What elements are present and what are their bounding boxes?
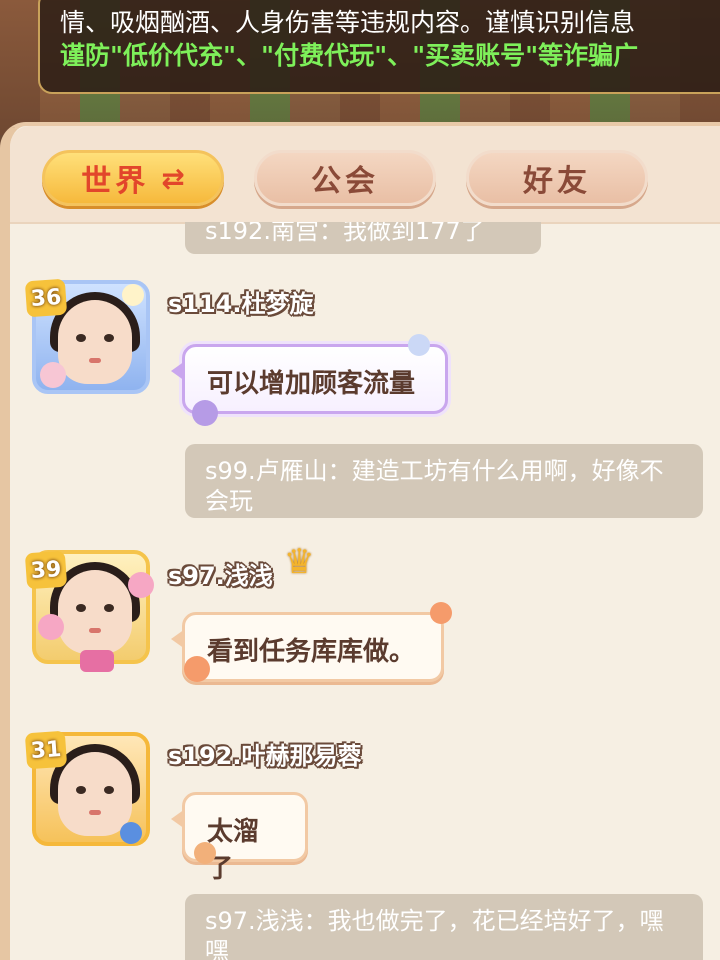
chat-notice-banner: 情、吸烟酗酒、人身伤害等违规内容。谨慎识别信息 谨防"低价代充"、"付费代玩"、… — [38, 0, 720, 94]
level-badge: 39 — [24, 550, 68, 590]
system-message-text: s97.浅浅：我也做完了，花已经培好了，嘿嘿 — [205, 907, 664, 960]
tab-world[interactable]: 世界 ⇄ — [42, 150, 224, 206]
tab-friends[interactable]: 好友 — [466, 150, 648, 206]
avatar-eye — [104, 786, 114, 794]
flower-decoration-icon — [40, 362, 66, 388]
tab-guild[interactable]: 公会 — [254, 150, 436, 206]
tab-guild-label: 公会 — [311, 164, 379, 199]
level-badge: 36 — [24, 278, 68, 318]
flower-decoration-icon — [192, 400, 218, 426]
bubble-tail — [171, 361, 185, 381]
system-message-text: s99.卢雁山：建造工坊有什么用啊，好像不会玩 — [205, 457, 664, 515]
chat-message-list[interactable]: s192.南宫：我做到177了 36 s114.杜梦旋 可以增加顾客流量 s99… — [10, 222, 720, 960]
system-message: s192.南宫：我做到177了 — [185, 222, 541, 254]
sender-name[interactable]: s192.叶赫那易蓉 — [168, 736, 362, 771]
avatar-face — [58, 570, 132, 654]
system-message-text: s192.南宫：我做到177了 — [205, 222, 485, 245]
system-message: s99.卢雁山：建造工坊有什么用啊，好像不会玩 — [185, 444, 703, 518]
heart-gem-icon — [80, 650, 114, 672]
chat-bubble: 看到任务库库做。 — [171, 612, 444, 682]
chat-bubble-text: 可以增加顾客流量 — [207, 369, 416, 399]
chat-bubble-text: 看到任务库库做。 — [207, 637, 416, 667]
crown-icon: ♛ — [284, 542, 315, 582]
avatar-eye — [76, 334, 86, 342]
flower-decoration-icon — [122, 284, 144, 306]
avatar-lips — [89, 358, 101, 363]
chat-bubble: 可以增加顾客流量 — [171, 344, 448, 414]
avatar-eye — [104, 334, 114, 342]
channel-tab-bar: 世界 ⇄ 公会 好友 — [10, 126, 720, 224]
bubble-tail — [171, 629, 185, 649]
flower-decoration-icon — [184, 656, 210, 682]
sender-name[interactable]: s97.浅浅 — [168, 556, 273, 591]
flower-decoration-icon — [408, 334, 430, 356]
tab-world-label: 世界 — [81, 164, 150, 199]
gem-decoration-icon — [120, 822, 142, 844]
notice-line-1: 情、吸烟酗酒、人身伤害等违规内容。谨慎识别信息 — [60, 8, 636, 37]
avatar-lips — [89, 810, 101, 815]
flower-decoration-icon — [430, 602, 452, 624]
notice-line-2: 谨防"低价代充"、"付费代玩"、"买卖账号"等诈骗广 — [60, 41, 639, 70]
avatar-eye — [76, 604, 86, 612]
system-message: s97.浅浅：我也做完了，花已经培好了，嘿嘿 — [185, 894, 703, 960]
avatar-eye — [76, 786, 86, 794]
avatar-face — [58, 752, 132, 836]
flower-decoration-icon — [194, 842, 216, 864]
tab-friends-label: 好友 — [523, 164, 591, 199]
avatar-lips — [89, 628, 101, 633]
level-badge: 31 — [24, 730, 68, 770]
sender-name[interactable]: s114.杜梦旋 — [168, 284, 314, 319]
avatar-eye — [104, 604, 114, 612]
avatar-face — [58, 300, 132, 384]
flower-decoration-icon — [128, 572, 154, 598]
bubble-tail — [171, 809, 185, 829]
flower-decoration-icon — [38, 614, 64, 640]
swap-arrows-icon: ⇄ — [161, 161, 185, 195]
